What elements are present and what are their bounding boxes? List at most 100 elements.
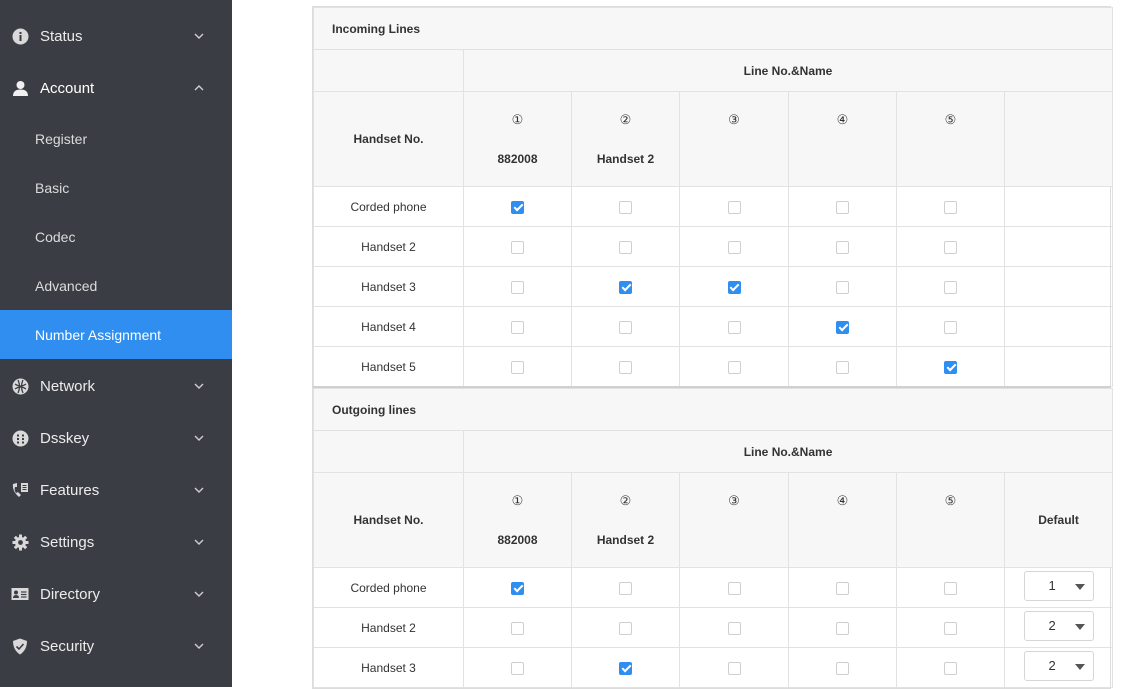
line-name [789, 533, 896, 547]
line-checkbox[interactable] [944, 621, 957, 635]
line-checkbox[interactable] [944, 320, 957, 334]
line-checkbox[interactable] [511, 621, 524, 635]
sub-codec[interactable]: Codec [0, 212, 232, 261]
checkbox-cell [896, 306, 1005, 347]
line-number: ② [619, 493, 632, 508]
sub-register[interactable]: Register [0, 114, 232, 163]
handset-label: Corded phone [313, 567, 464, 608]
nav-account[interactable]: Account [0, 63, 232, 113]
nav-settings[interactable]: Settings [0, 516, 232, 568]
line-checkbox[interactable] [836, 240, 849, 254]
line-checkbox[interactable] [619, 240, 632, 254]
chevron-down-icon [193, 536, 205, 548]
line-checkbox[interactable] [836, 360, 849, 374]
line-checkbox[interactable] [619, 581, 632, 595]
line-name [789, 152, 896, 166]
line-number: ③ [728, 493, 740, 508]
network-icon [11, 377, 29, 395]
line-checkbox[interactable] [944, 200, 957, 214]
line-cell: ② Handset 2 [571, 91, 680, 187]
handset-label: Handset 5 [313, 346, 464, 387]
checkbox-cell [896, 186, 1005, 227]
line-number: ③ [728, 112, 740, 127]
empty-cell [1003, 346, 1114, 387]
line-checkbox[interactable] [727, 581, 741, 595]
line-checkbox[interactable] [511, 280, 524, 294]
table-row: Handset 3 [313, 266, 1114, 307]
nav-label: Network [40, 377, 96, 395]
section-title: Outgoing lines [312, 388, 1114, 431]
line-checkbox[interactable] [619, 661, 632, 675]
line-checkbox[interactable] [836, 280, 849, 294]
line-checkbox[interactable] [727, 280, 741, 294]
line-checkbox[interactable] [511, 360, 524, 374]
line-checkbox[interactable] [836, 581, 849, 595]
sub-advanced[interactable]: Advanced [0, 261, 232, 310]
sub-label: Codec [35, 228, 76, 245]
caret-down-icon [1074, 584, 1085, 590]
directory-icon [11, 585, 29, 603]
empty-cell [1003, 226, 1114, 267]
line-checkbox[interactable] [727, 661, 741, 675]
line-checkbox[interactable] [727, 621, 741, 635]
table-row: Corded phone 1 [313, 567, 1114, 608]
line-checkbox[interactable] [511, 581, 524, 595]
line-checkbox[interactable] [619, 360, 632, 374]
line-checkbox[interactable] [944, 661, 957, 675]
line-checkbox[interactable] [944, 280, 957, 294]
nav-dsskey[interactable]: Dsskey [0, 412, 232, 464]
sub-label: Advanced [35, 277, 98, 294]
checkbox-cell [788, 266, 897, 307]
nav-directory[interactable]: Directory [0, 568, 232, 620]
sub-number-assignment[interactable]: Number Assignment [0, 310, 232, 359]
nav-status[interactable]: Status [0, 11, 232, 61]
outgoing-table: Outgoing lines Line No.&Name Handset No.… [312, 388, 1114, 688]
table-row: Handset 5 [313, 346, 1114, 387]
line-name [680, 533, 788, 547]
chevron-down-icon [193, 432, 205, 444]
line-number: ① [511, 112, 524, 127]
handset-label: Corded phone [313, 186, 464, 227]
nav-security[interactable]: Security [0, 620, 232, 672]
line-checkbox[interactable] [619, 320, 632, 334]
line-checkbox[interactable] [836, 661, 849, 675]
line-checkbox[interactable] [727, 360, 741, 374]
line-checkbox[interactable] [836, 320, 849, 334]
line-checkbox[interactable] [727, 200, 741, 214]
line-checkbox[interactable] [619, 280, 632, 294]
line-checkbox[interactable] [944, 581, 957, 595]
sub-basic[interactable]: Basic [0, 163, 232, 212]
sub-label: Basic [35, 179, 70, 196]
caret-down-icon [1074, 664, 1085, 670]
line-cell: ⑤ [896, 91, 1005, 187]
table-row: Handset 4 [313, 306, 1114, 347]
line-number: ② [619, 112, 632, 127]
line-checkbox[interactable] [619, 621, 632, 635]
line-checkbox[interactable] [511, 320, 524, 334]
handset-label: Handset 3 [313, 647, 464, 688]
line-checkbox[interactable] [727, 240, 741, 254]
line-checkbox[interactable] [836, 621, 849, 635]
checkbox-cell [788, 567, 897, 608]
default-line-select[interactable]: 2 [1023, 611, 1094, 641]
default-line-select[interactable]: 2 [1023, 651, 1094, 681]
nav-features[interactable]: Features [0, 464, 232, 516]
checkbox-cell [679, 567, 789, 608]
checkbox-cell [571, 226, 680, 267]
line-checkbox[interactable] [619, 200, 632, 214]
line-name: Handset 2 [596, 533, 655, 547]
default-line-select[interactable]: 1 [1023, 571, 1094, 601]
line-checkbox[interactable] [511, 240, 524, 254]
nav-label: Dsskey [40, 429, 90, 447]
line-checkbox[interactable] [727, 320, 741, 334]
nav-label: Account [40, 79, 95, 97]
line-checkbox[interactable] [511, 200, 524, 214]
shield-icon [11, 637, 29, 655]
section-title: Incoming Lines [312, 7, 1114, 50]
chevron-down-icon [193, 30, 205, 42]
line-checkbox[interactable] [944, 240, 957, 254]
nav-network[interactable]: Network [0, 360, 232, 412]
line-checkbox[interactable] [511, 661, 524, 675]
line-checkbox[interactable] [944, 360, 957, 374]
line-checkbox[interactable] [836, 200, 849, 214]
